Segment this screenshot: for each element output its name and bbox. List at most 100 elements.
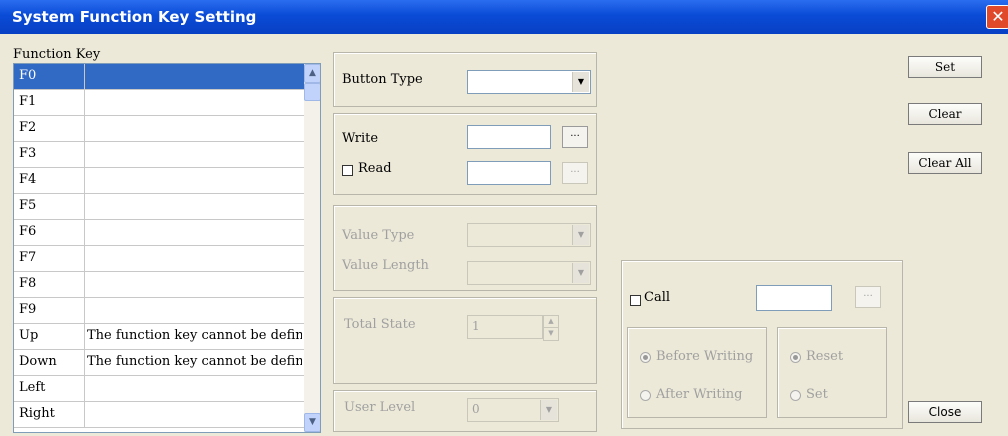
function-key-name: F4 bbox=[19, 172, 37, 187]
reset-label: Reset bbox=[806, 349, 844, 364]
after-writing-radio[interactable] bbox=[640, 390, 651, 401]
title-bar: System Function Key Setting ✕ bbox=[0, 0, 1008, 34]
function-key-list[interactable]: F0 F1 F2 F3 F4 F5 F6 F7 F8 F9 Up The function key c… bbox=[13, 63, 321, 433]
table-row[interactable]: F8 bbox=[14, 272, 304, 298]
write-label: Write bbox=[342, 131, 379, 146]
total-state-value: 1 bbox=[472, 319, 480, 333]
column-divider bbox=[84, 246, 85, 271]
reset-radio[interactable] bbox=[790, 352, 801, 363]
scroll-up-icon[interactable]: ▲ bbox=[304, 64, 320, 83]
table-row[interactable]: Left bbox=[14, 376, 304, 402]
table-row[interactable]: F9 bbox=[14, 298, 304, 324]
value-type-select[interactable]: ▼ bbox=[467, 223, 591, 247]
column-divider bbox=[84, 402, 85, 427]
column-divider bbox=[84, 220, 85, 245]
spin-up-icon[interactable]: ▲ bbox=[544, 316, 558, 328]
function-key-name: F0 bbox=[19, 68, 37, 83]
user-level-label: User Level bbox=[344, 400, 416, 415]
total-state-label: Total State bbox=[344, 317, 416, 332]
function-key-name: F8 bbox=[19, 276, 37, 291]
column-divider bbox=[84, 116, 85, 141]
table-row[interactable]: Right bbox=[14, 402, 304, 428]
window-title: System Function Key Setting bbox=[12, 8, 257, 26]
close-window-icon[interactable]: ✕ bbox=[986, 5, 1008, 29]
function-key-name: F2 bbox=[19, 120, 37, 135]
table-row[interactable]: F0 bbox=[14, 64, 304, 90]
call-label: Call bbox=[644, 290, 671, 305]
function-key-name: F7 bbox=[19, 250, 37, 265]
read-address-input[interactable] bbox=[467, 161, 551, 185]
read-label: Read bbox=[358, 161, 392, 176]
dropdown-arrow-icon[interactable]: ▼ bbox=[572, 263, 589, 283]
scroll-down-icon[interactable]: ▼ bbox=[304, 413, 320, 432]
after-writing-label: After Writing bbox=[656, 387, 743, 402]
button-type-group: Button Type ▼ bbox=[333, 52, 597, 107]
user-level-select[interactable]: 0 ▼ bbox=[467, 398, 559, 422]
column-divider bbox=[84, 168, 85, 193]
button-type-label: Button Type bbox=[342, 72, 423, 87]
write-browse-button[interactable]: ... bbox=[562, 126, 588, 148]
table-row[interactable]: F3 bbox=[14, 142, 304, 168]
function-key-name: F5 bbox=[19, 198, 37, 213]
function-key-name: F9 bbox=[19, 302, 37, 317]
column-divider bbox=[84, 350, 85, 375]
dropdown-arrow-icon[interactable]: ▼ bbox=[540, 400, 557, 420]
function-key-description: The function key cannot be define bbox=[87, 354, 302, 369]
set-radio[interactable] bbox=[790, 390, 801, 401]
call-mode-group: Reset Set bbox=[777, 327, 887, 418]
value-group: Value Type ▼ Value Length ▼ bbox=[333, 205, 597, 291]
dropdown-arrow-icon[interactable]: ▼ bbox=[572, 225, 589, 245]
function-key-name: F3 bbox=[19, 146, 37, 161]
function-key-name: Down bbox=[19, 354, 57, 369]
dropdown-arrow-icon[interactable]: ▼ bbox=[572, 72, 589, 92]
table-row[interactable]: F5 bbox=[14, 194, 304, 220]
total-state-spinner[interactable]: ▲ ▼ bbox=[543, 315, 559, 341]
call-address-input[interactable] bbox=[756, 285, 832, 311]
total-state-group: Total State 1 ▲ ▼ bbox=[333, 297, 597, 384]
function-key-label: Function Key bbox=[13, 47, 101, 62]
table-row[interactable]: F1 bbox=[14, 90, 304, 116]
function-key-name: Left bbox=[19, 380, 46, 395]
scroll-thumb[interactable] bbox=[304, 83, 320, 101]
column-divider bbox=[84, 194, 85, 219]
clear-all-button[interactable]: Clear All bbox=[908, 152, 982, 174]
column-divider bbox=[84, 324, 85, 349]
call-browse-button[interactable]: ... bbox=[855, 286, 881, 308]
user-level-value: 0 bbox=[472, 402, 480, 416]
table-row[interactable]: F6 bbox=[14, 220, 304, 246]
clear-button[interactable]: Clear bbox=[908, 103, 982, 125]
write-read-group: Write ... Read ... bbox=[333, 113, 597, 195]
table-row[interactable]: F4 bbox=[14, 168, 304, 194]
set-button[interactable]: Set bbox=[908, 56, 982, 78]
write-address-input[interactable] bbox=[467, 125, 551, 149]
button-type-select[interactable]: ▼ bbox=[467, 70, 591, 94]
function-key-name: F1 bbox=[19, 94, 37, 109]
close-button[interactable]: Close bbox=[908, 401, 982, 423]
total-state-input[interactable]: 1 bbox=[467, 315, 543, 339]
column-divider bbox=[84, 90, 85, 115]
table-row[interactable]: F2 bbox=[14, 116, 304, 142]
table-row[interactable]: Down The function key cannot be define bbox=[14, 350, 304, 376]
read-checkbox[interactable] bbox=[342, 165, 353, 176]
call-group: Call ... Before Writing After Writing Re… bbox=[621, 260, 903, 429]
table-row[interactable]: F7 bbox=[14, 246, 304, 272]
call-checkbox[interactable] bbox=[630, 295, 641, 306]
read-browse-button[interactable]: ... bbox=[562, 162, 588, 184]
column-divider bbox=[84, 272, 85, 297]
function-key-name: Right bbox=[19, 406, 55, 421]
value-type-label: Value Type bbox=[342, 228, 415, 243]
spin-down-icon[interactable]: ▼ bbox=[544, 328, 558, 339]
value-length-label: Value Length bbox=[342, 258, 429, 273]
table-row[interactable]: Up The function key cannot be define bbox=[14, 324, 304, 350]
before-writing-label: Before Writing bbox=[656, 349, 754, 364]
function-key-name: F6 bbox=[19, 224, 37, 239]
function-key-name: Up bbox=[19, 328, 39, 343]
before-writing-radio[interactable] bbox=[640, 352, 651, 363]
set-radio-label: Set bbox=[806, 387, 828, 402]
column-divider bbox=[84, 298, 85, 323]
user-level-group: User Level 0 ▼ bbox=[333, 390, 597, 432]
function-key-description: The function key cannot be define bbox=[87, 328, 302, 343]
value-length-select[interactable]: ▼ bbox=[467, 261, 591, 285]
list-scrollbar[interactable]: ▲ ▼ bbox=[304, 64, 320, 432]
column-divider bbox=[84, 142, 85, 167]
